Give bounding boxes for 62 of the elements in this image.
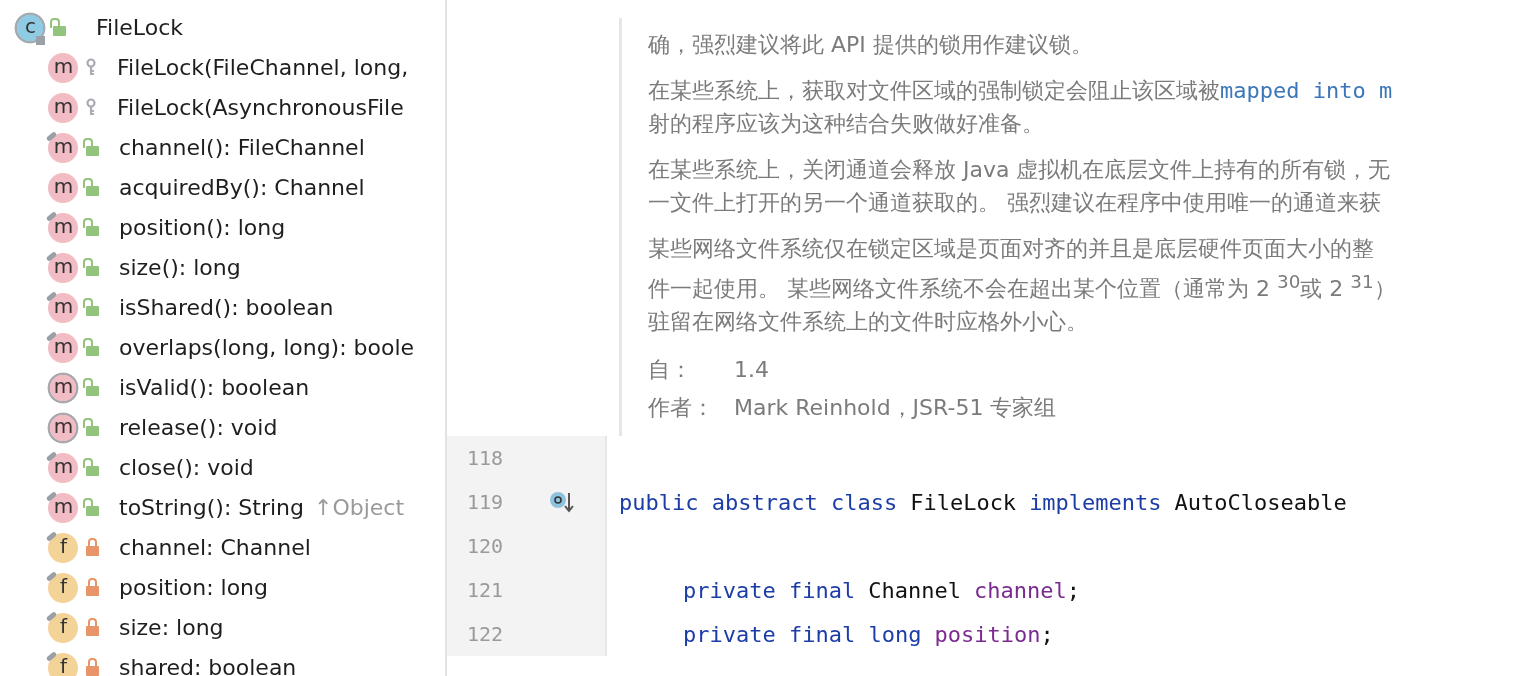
doc-text: 件一起使用。 某些网络文件系统不会在超出某个位置（通常为 2 $^{30}$或 2 $^{31}$） bbox=[648, 276, 1396, 302]
doc-text: 驻留在网络文件系统上的文件时应格外小心。 bbox=[648, 309, 1088, 335]
code-token: ; bbox=[1066, 577, 1080, 603]
method-icon: m bbox=[44, 489, 80, 525]
method-icon: m bbox=[44, 329, 80, 365]
doc-tag-label: 作者： bbox=[648, 394, 715, 423]
tree-item[interactable]: isShared(): boolean bbox=[119, 294, 334, 320]
doc-text: 确，强烈建议将此 API 提供的锁用作建议锁。 bbox=[648, 32, 1093, 57]
code-token: channel bbox=[973, 577, 1067, 603]
tree-item[interactable]: size(): long bbox=[119, 254, 241, 280]
code-token: AutoCloseable bbox=[1174, 489, 1347, 515]
method-icon: m bbox=[44, 249, 80, 285]
tree-item[interactable]: position(): long bbox=[119, 214, 286, 240]
code-token: FileLock bbox=[910, 489, 1017, 515]
code-token: private final bbox=[683, 577, 856, 603]
field-icon: f bbox=[44, 569, 80, 605]
doc-text: 射的程序应该为这种结合失败做好准备。 bbox=[648, 111, 1044, 136]
tree-item[interactable]: FileLock(FileChannel, long, bbox=[117, 54, 409, 80]
method-icon: m bbox=[44, 209, 80, 245]
tree-item[interactable]: isValid(): boolean bbox=[119, 374, 310, 400]
method-icon: m bbox=[44, 449, 80, 485]
code-token: implements bbox=[1029, 489, 1162, 515]
tree-item[interactable]: channel(): FileChannel bbox=[119, 134, 365, 160]
tree-item[interactable]: position: long bbox=[119, 574, 269, 600]
doc-text: 在某些系统上，关闭通道会释放 Java 虚拟机在底层文件上持有的所有锁，无 bbox=[648, 157, 1391, 182]
tree-item[interactable]: toString(): String bbox=[119, 494, 304, 520]
tree-item[interactable]: shared: boolean bbox=[119, 654, 297, 676]
tree-item[interactable]: size: long bbox=[119, 614, 224, 640]
doc-link[interactable]: mapped into m bbox=[1220, 78, 1393, 103]
code-token: Channel bbox=[868, 577, 961, 603]
tree-item[interactable]: channel: Channel bbox=[119, 534, 311, 560]
code-token: private final long bbox=[683, 621, 922, 647]
doc-text: 某些网络文件系统仅在锁定区域是页面对齐的并且是底层硬件页面大小的整 bbox=[648, 236, 1374, 261]
abstract-class-icon: c bbox=[11, 9, 47, 45]
field-icon: f bbox=[44, 649, 80, 676]
method-icon: m bbox=[44, 129, 80, 165]
doc-tag-value: 1.4 bbox=[734, 356, 769, 385]
field-icon: f bbox=[44, 609, 80, 645]
tree-item[interactable]: overlaps(long, long): boole bbox=[119, 334, 415, 360]
method-icon: m bbox=[44, 369, 80, 405]
tree-item[interactable]: acquiredBy(): Channel bbox=[119, 174, 365, 200]
code-token: public abstract class bbox=[619, 489, 898, 515]
tree-item[interactable]: FileLock(AsynchronousFile bbox=[117, 94, 404, 120]
implemented-marker-icon[interactable] bbox=[549, 489, 575, 515]
code-token: position bbox=[934, 621, 1041, 647]
method-icon: m bbox=[44, 289, 80, 325]
tree-item[interactable]: close(): void bbox=[119, 454, 254, 480]
doc-text: 在某些系统上，获取对文件区域的强制锁定会阻止该区域被 bbox=[648, 78, 1220, 103]
doc-tag-label: 自： bbox=[648, 356, 693, 385]
doc-text: 一文件上打开的另一个通道获取的。 强烈建议在程序中使用唯一的通道来获 bbox=[648, 190, 1381, 215]
method-icon: m bbox=[44, 409, 80, 445]
field-icon: f bbox=[44, 529, 80, 565]
line-number: 120 bbox=[465, 534, 503, 558]
line-number: 118 bbox=[465, 446, 503, 470]
line-number: 119 bbox=[465, 490, 503, 514]
code-token: ; bbox=[1040, 621, 1054, 647]
tree-item[interactable]: release(): void bbox=[119, 414, 278, 440]
doc-tag-value: Mark Reinhold，JSR-51 专家组 bbox=[734, 394, 1057, 423]
line-number: 121 bbox=[465, 578, 503, 602]
tree-item[interactable]: FileLock bbox=[96, 14, 183, 40]
inherited-from-label: ↑Object bbox=[314, 494, 405, 520]
line-number: 122 bbox=[465, 622, 503, 646]
